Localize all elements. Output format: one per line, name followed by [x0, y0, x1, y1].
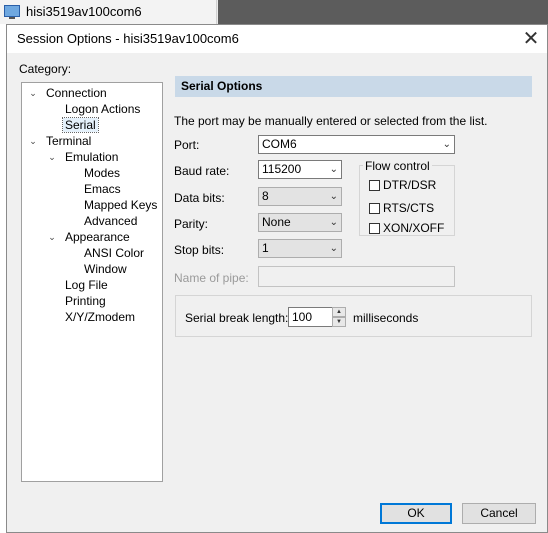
parent-window-strip: hisi3519av100com6: [0, 0, 548, 24]
tree-item-label: Emacs: [84, 182, 121, 196]
stop-bits-label: Stop bits:: [174, 243, 225, 257]
parity-label: Parity:: [174, 217, 209, 231]
category-label: Category:: [19, 62, 72, 76]
data-bits-value: 8: [262, 189, 269, 203]
chevron-down-icon[interactable]: ⌄: [443, 136, 451, 153]
stop-bits-select[interactable]: 1 ⌄: [258, 239, 342, 258]
baud-rate-label: Baud rate:: [174, 164, 230, 178]
milliseconds-label: milliseconds: [353, 311, 419, 325]
dtr-dsr-checkbox[interactable]: [369, 179, 380, 191]
chevron-down-icon[interactable]: ⌄: [330, 161, 338, 178]
chevron-down-icon[interactable]: ⌄: [330, 188, 338, 205]
flow-control-title: Flow control: [363, 159, 432, 173]
xon-xoff-checkbox[interactable]: [369, 222, 380, 234]
tree-item-emulation[interactable]: Emulation: [65, 149, 118, 165]
tree-item-label: Serial: [62, 117, 99, 133]
port-label: Port:: [174, 138, 200, 152]
dtr-dsr-label: DTR/DSR: [383, 178, 437, 192]
tree-item-xyzmodem[interactable]: X/Y/Zmodem: [65, 309, 135, 325]
parity-value: None: [262, 215, 291, 229]
close-icon[interactable]: ✕: [519, 27, 543, 51]
tree-item-label: Window: [84, 262, 127, 276]
tree-item-label: Log File: [65, 278, 108, 292]
tree-item-advanced[interactable]: Advanced: [84, 213, 137, 229]
port-value: COM6: [262, 137, 297, 151]
monitor-icon: [4, 5, 20, 19]
ok-button[interactable]: OK: [380, 503, 452, 524]
tree-item-label: X/Y/Zmodem: [65, 310, 136, 324]
tree-item-terminal[interactable]: Terminal: [46, 133, 91, 149]
xon-xoff-label: XON/XOFF: [383, 221, 445, 235]
dialog-title: Session Options - hisi3519av100com6: [17, 31, 239, 46]
chevron-down-icon[interactable]: ⌄: [27, 85, 39, 101]
tree-item-label: Appearance: [65, 230, 130, 244]
cancel-button[interactable]: Cancel: [462, 503, 536, 524]
xon-xoff-checkbox-row[interactable]: XON/XOFF: [369, 221, 444, 235]
port-description: The port may be manually entered or sele…: [174, 114, 488, 128]
tree-item-ansi-color[interactable]: ANSI Color: [84, 245, 144, 261]
session-tab[interactable]: hisi3519av100com6: [4, 1, 142, 21]
session-options-dialog: Session Options - hisi3519av100com6 ✕ Ca…: [6, 24, 548, 533]
dtr-dsr-checkbox-row[interactable]: DTR/DSR: [369, 178, 436, 192]
tree-item-label: Advanced: [84, 214, 138, 228]
rts-cts-checkbox-row[interactable]: RTS/CTS: [369, 201, 434, 215]
chevron-down-icon[interactable]: ⌄: [46, 149, 58, 165]
spin-down-icon[interactable]: ▼: [332, 317, 346, 327]
title-bar: Session Options - hisi3519av100com6 ✕: [7, 25, 547, 53]
tree-item-label: ANSI Color: [84, 246, 145, 260]
break-length-input[interactable]: 100: [288, 307, 338, 327]
chevron-down-icon[interactable]: ⌄: [330, 240, 338, 257]
port-combo[interactable]: COM6 ⌄: [258, 135, 455, 154]
rts-cts-label: RTS/CTS: [383, 201, 435, 215]
tree-item-connection[interactable]: Connection: [46, 85, 107, 101]
chevron-down-icon[interactable]: ⌄: [330, 214, 338, 231]
tree-item-label: Terminal: [46, 134, 92, 148]
category-tree[interactable]: ⌄ Connection Logon Actions Serial ⌄ Term…: [21, 82, 163, 482]
spin-up-icon[interactable]: ▲: [332, 307, 346, 317]
stop-bits-value: 1: [262, 241, 269, 255]
chevron-down-icon[interactable]: ⌄: [27, 133, 39, 149]
pipe-label: Name of pipe:: [174, 271, 249, 285]
parent-session-list: hisi3519av100com6: [0, 0, 217, 24]
tree-item-label: Printing: [65, 294, 106, 308]
tree-item-label: Mapped Keys: [84, 198, 158, 212]
tree-item-label: Emulation: [65, 150, 119, 164]
pipe-input: [258, 266, 455, 287]
rts-cts-checkbox[interactable]: [369, 202, 380, 214]
session-tab-label: hisi3519av100com6: [26, 3, 142, 19]
tree-item-logon-actions[interactable]: Logon Actions: [65, 101, 140, 117]
tree-item-emacs[interactable]: Emacs: [84, 181, 121, 197]
baud-rate-value: 115200: [262, 162, 302, 176]
break-length-label: Serial break length:: [185, 311, 289, 325]
tree-item-mapped-keys[interactable]: Mapped Keys: [84, 197, 157, 213]
tree-item-window[interactable]: Window: [84, 261, 127, 277]
tree-item-appearance[interactable]: Appearance: [65, 229, 130, 245]
break-length-spinner[interactable]: ▲ ▼: [332, 307, 346, 327]
panel-header: Serial Options: [175, 76, 532, 97]
tree-item-serial[interactable]: Serial: [62, 117, 99, 133]
parent-window-area: [218, 0, 548, 24]
break-length-value: 100: [292, 310, 313, 324]
tree-item-label: Logon Actions: [65, 102, 141, 116]
chevron-down-icon[interactable]: ⌄: [46, 229, 58, 245]
tree-item-log-file[interactable]: Log File: [65, 277, 108, 293]
tree-item-label: Modes: [84, 166, 121, 180]
data-bits-label: Data bits:: [174, 191, 225, 205]
data-bits-select[interactable]: 8 ⌄: [258, 187, 342, 206]
tree-item-label: Connection: [46, 86, 107, 100]
baud-rate-combo[interactable]: 115200 ⌄: [258, 160, 342, 179]
tree-item-printing[interactable]: Printing: [65, 293, 106, 309]
parity-select[interactable]: None ⌄: [258, 213, 342, 232]
tree-item-modes[interactable]: Modes: [84, 165, 120, 181]
